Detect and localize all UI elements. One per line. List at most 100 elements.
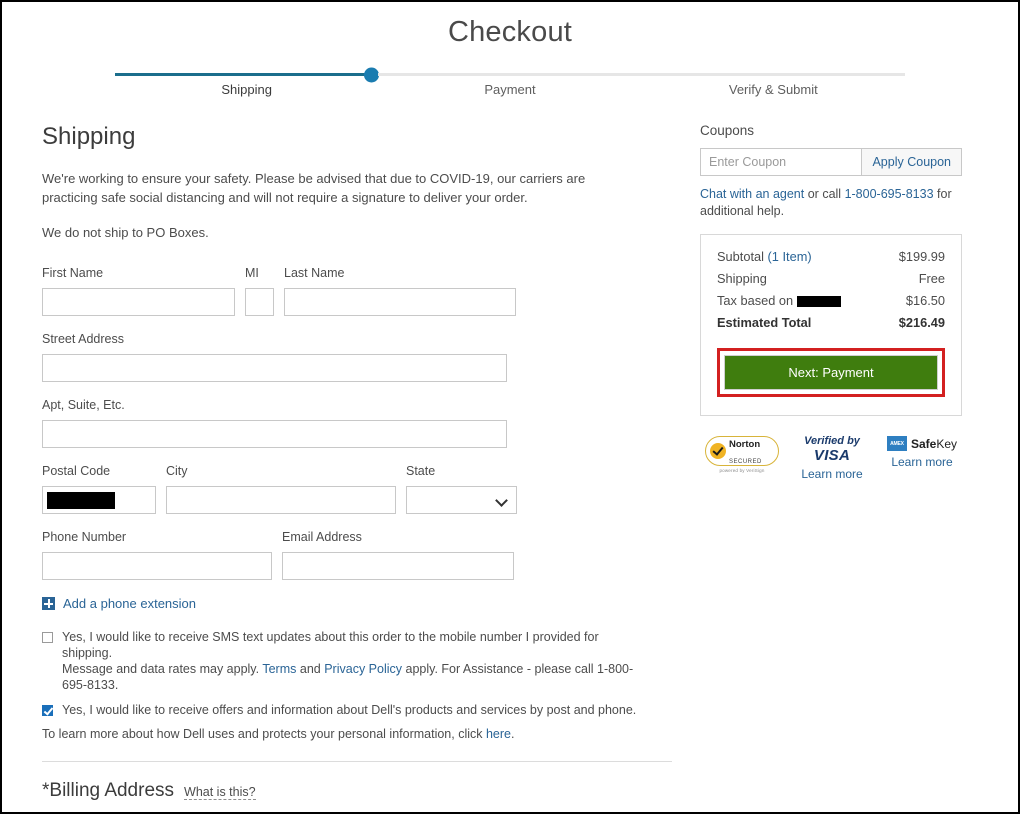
plus-icon: [42, 597, 55, 610]
step-payment[interactable]: Payment: [378, 67, 642, 97]
order-summary-box: Subtotal (1 Item) $199.99 Shipping Free …: [700, 234, 962, 416]
summary-row-shipping: Shipping Free: [717, 271, 945, 286]
billing-divider: [42, 761, 672, 762]
terms-link[interactable]: Terms: [262, 662, 296, 676]
apt-suite-input[interactable]: [42, 420, 507, 448]
middle-initial-label: MI: [245, 266, 259, 280]
norton-title: Norton: [729, 439, 761, 450]
street-address-input[interactable]: [42, 354, 507, 382]
shipping-form-column: Shipping We're working to ensure your sa…: [2, 123, 672, 812]
coupon-input[interactable]: Enter Coupon: [700, 148, 862, 176]
sms-optin-and: and: [299, 662, 321, 676]
step-verify-submit[interactable]: Verify & Submit: [641, 67, 905, 97]
city-label: City: [166, 464, 188, 478]
state-field: State: [406, 464, 517, 514]
billing-address-title: *Billing Address: [42, 780, 175, 801]
step-payment-label: Payment: [484, 82, 536, 97]
safekey-light: Key: [936, 436, 958, 451]
sms-optin-text: Yes, I would like to receive SMS text up…: [62, 629, 652, 693]
contact-field-row: Phone Number Email Address: [42, 530, 652, 580]
visa-learn-more-link[interactable]: Learn more: [792, 467, 872, 482]
sms-optin-line2-prefix: Message and data rates may apply.: [62, 662, 260, 676]
coupon-entry-row: Enter Coupon Apply Coupon: [700, 148, 962, 176]
privacy-policy-link[interactable]: Privacy Policy: [324, 662, 402, 676]
first-name-label: First Name: [42, 266, 104, 280]
apt-suite-row: Apt, Suite, Etc.: [42, 398, 652, 448]
privacy-learn-more-line: To learn more about how Dell uses and pr…: [42, 727, 652, 741]
safekey-bold: Safe: [910, 436, 937, 451]
last-name-label: Last Name: [284, 266, 345, 280]
email-address-input[interactable]: [282, 552, 514, 580]
state-label: State: [406, 464, 436, 478]
postal-code-redaction: [47, 492, 115, 509]
middle-initial-input[interactable]: [245, 288, 274, 316]
summary-shipping-label: Shipping: [717, 271, 767, 286]
summary-tax-label-group: Tax based on: [717, 293, 842, 308]
norton-secured-icon: Norton SECURED: [705, 436, 779, 466]
summary-row-subtotal: Subtotal (1 Item) $199.99: [717, 249, 945, 264]
po-box-notice: We do not ship to PO Boxes.: [42, 225, 209, 240]
step-shipping-bar: [115, 73, 379, 76]
street-address-field: Street Address: [42, 332, 507, 382]
norton-text: Norton SECURED: [729, 435, 762, 467]
step-shipping-label: Shipping: [221, 82, 272, 97]
coupons-label: Coupons: [700, 123, 755, 138]
apt-suite-label: Apt, Suite, Etc.: [42, 398, 125, 412]
step-verify-submit-label: Verify & Submit: [728, 82, 818, 97]
here-link[interactable]: here: [486, 727, 511, 741]
page-title: Checkout: [447, 16, 573, 48]
phone-number-field: Phone Number: [42, 530, 272, 580]
shipping-heading: Shipping: [42, 123, 136, 150]
email-address-label: Email Address: [282, 530, 362, 544]
step-payment-bar: [378, 73, 642, 76]
support-phone-link[interactable]: 1-800-695-8133: [845, 187, 934, 201]
visa-logo-icon: Verified by VISA: [792, 435, 872, 464]
next-payment-button[interactable]: Next: Payment: [724, 355, 938, 390]
amex-square-icon: AMEX: [886, 436, 907, 451]
order-summary-column: Coupons Enter Coupon Apply Coupon Chat w…: [652, 123, 982, 812]
visa-wordmark: VISA: [813, 446, 851, 464]
city-input[interactable]: [166, 486, 396, 514]
add-phone-extension-label: Add a phone extension: [63, 596, 196, 611]
billing-address-header: *Billing Address What is this?: [42, 780, 652, 802]
safekey-wordmark: SafeKey: [911, 437, 957, 451]
summary-subtotal-label: Subtotal: [717, 249, 764, 264]
summary-item-count-link[interactable]: (1 Item): [768, 249, 812, 264]
phone-number-input[interactable]: [42, 552, 272, 580]
phone-number-label: Phone Number: [42, 530, 127, 544]
last-name-field: Last Name: [284, 266, 516, 316]
name-field-row: First Name MI Last Name: [42, 266, 652, 316]
sms-optin-row: Yes, I would like to receive SMS text up…: [42, 629, 652, 693]
help-line-mid: or call: [807, 187, 842, 201]
visa-verified-by-text: Verified by: [804, 435, 860, 447]
add-phone-extension-button[interactable]: Add a phone extension: [42, 596, 652, 611]
privacy-learn-more-suffix: .: [511, 727, 515, 741]
summary-subtotal-label-group: Subtotal (1 Item): [717, 249, 812, 264]
summary-row-tax: Tax based on $16.50: [717, 293, 945, 308]
summary-row-estimated-total: Estimated Total $216.49: [717, 315, 945, 330]
what-is-this-tooltip-link[interactable]: What is this?: [184, 785, 256, 800]
last-name-input[interactable]: [284, 288, 516, 316]
summary-tax-value: $16.50: [905, 293, 945, 308]
postal-code-input[interactable]: [42, 486, 156, 514]
street-address-label: Street Address: [42, 332, 124, 346]
next-payment-highlight: Next: Payment: [717, 348, 945, 397]
summary-shipping-value: Free: [918, 271, 945, 286]
state-select[interactable]: [406, 486, 517, 514]
safekey-learn-more-link[interactable]: Learn more: [882, 455, 962, 470]
help-line: Chat with an agent or call 1-800-695-813…: [700, 186, 962, 220]
offers-optin-checkbox[interactable]: [42, 705, 53, 716]
first-name-input[interactable]: [42, 288, 235, 316]
norton-secured-badge: Norton SECURED powered by VeriSign: [702, 436, 782, 482]
first-name-field: First Name: [42, 266, 235, 316]
chat-with-agent-link[interactable]: Chat with an agent: [700, 187, 804, 201]
apply-coupon-button[interactable]: Apply Coupon: [861, 148, 962, 176]
step-verify-submit-bar: [641, 73, 905, 76]
step-shipping[interactable]: Shipping: [115, 67, 379, 97]
summary-total-value: $216.49: [898, 315, 945, 330]
norton-footer: powered by VeriSign: [719, 468, 765, 473]
sms-optin-line1: Yes, I would like to receive SMS text up…: [62, 630, 599, 660]
covid-notice: We're working to ensure your safety. Ple…: [42, 171, 586, 205]
sms-optin-checkbox[interactable]: [42, 632, 53, 643]
location-field-row: Postal Code City State: [42, 464, 652, 514]
